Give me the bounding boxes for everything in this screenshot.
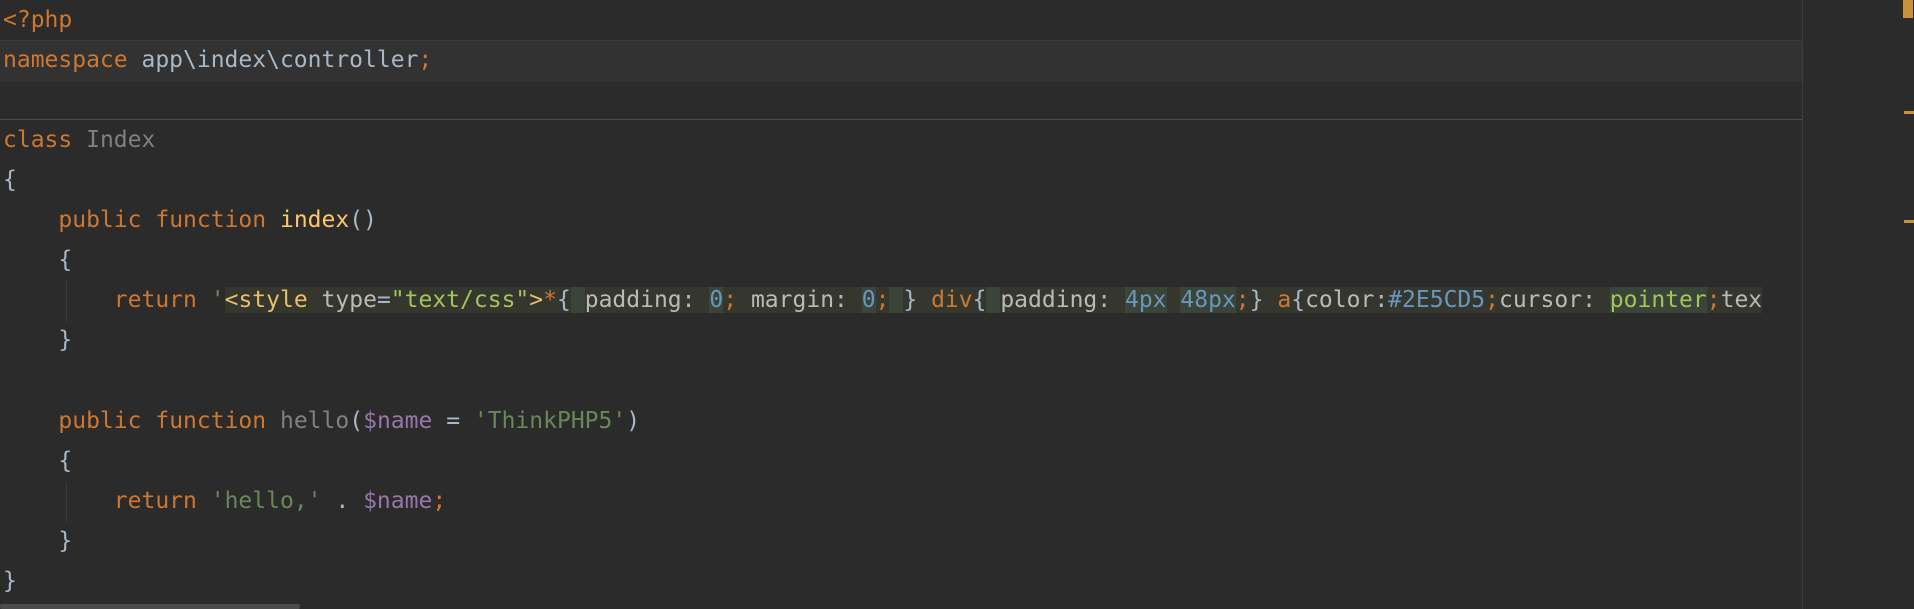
horizontal-scrollbar[interactable] — [0, 604, 300, 609]
warning-marker[interactable] — [1904, 220, 1914, 223]
code-line-8[interactable]: return '<style type="text/css">*{ paddin… — [0, 280, 1763, 320]
style-tag-open: <style — [224, 287, 308, 313]
function-name: index — [279, 207, 350, 233]
semicolon: ; — [432, 488, 447, 514]
code-area[interactable]: <?php namespace app\index\controller; cl… — [0, 0, 1802, 609]
concat-operator: . — [321, 488, 364, 514]
css-brace: { — [557, 287, 571, 313]
parens: () — [349, 207, 377, 233]
css-semicolon: ; — [1706, 287, 1721, 313]
css-selector-a: a — [1277, 287, 1292, 313]
css-value-pointer: pointer — [1609, 287, 1707, 313]
default-string: 'ThinkPHP5' — [473, 408, 627, 434]
css-prop-margin: margin — [750, 287, 835, 313]
attr-value: "text/css" — [390, 287, 530, 313]
css-prop-cursor: cursor — [1498, 287, 1583, 313]
code-line-4[interactable]: class Index — [0, 120, 155, 160]
css-colon: : — [681, 287, 696, 313]
paren-open: ( — [349, 408, 364, 434]
css-prop-truncated: tex — [1720, 287, 1763, 313]
css-value: 4px — [1124, 287, 1167, 313]
semicolon: ; — [418, 47, 433, 73]
php-open-tag: <?php — [3, 7, 73, 33]
css-brace-close: } — [903, 287, 918, 313]
brace: } — [58, 327, 73, 353]
error-stripe-panel[interactable] — [1802, 0, 1914, 609]
namespace-name: app\index\controller — [127, 47, 419, 73]
css-semicolon: ; — [1235, 287, 1250, 313]
css-prop-padding: padding — [584, 287, 682, 313]
css-semicolon: ; — [875, 287, 890, 313]
code-line-5[interactable]: { — [0, 160, 17, 200]
function-keyword: function — [155, 408, 267, 434]
css-colon: : — [1374, 287, 1389, 313]
css-value: 0 — [861, 287, 876, 313]
assign: = — [432, 408, 474, 434]
variable: $name — [363, 488, 433, 514]
class-keyword: class — [3, 127, 73, 153]
code-line-9[interactable]: } — [0, 320, 72, 360]
attr-name: type — [321, 287, 377, 313]
code-line-7[interactable]: { — [0, 240, 72, 280]
code-line-6[interactable]: public function index() — [0, 200, 377, 240]
string-literal: 'hello,' — [210, 488, 322, 514]
warning-marker[interactable] — [1903, 0, 1913, 18]
brace: { — [58, 448, 73, 474]
css-prop-padding: padding — [1000, 287, 1098, 313]
function-keyword: function — [155, 207, 267, 233]
return-keyword: return — [113, 287, 197, 313]
warning-marker[interactable] — [1904, 111, 1914, 114]
css-color-value: #2E5CD5 — [1388, 287, 1486, 313]
css-colon: : — [1097, 287, 1112, 313]
css-value: 48px — [1180, 287, 1236, 313]
css-brace: { — [972, 287, 987, 313]
injected-html: <style type="text/css">*{ padding: 0; ma… — [224, 287, 1763, 313]
css-brace: { — [1291, 287, 1306, 313]
param-variable: $name — [363, 408, 433, 434]
attr-eq: = — [376, 287, 391, 313]
code-line-11[interactable]: public function hello($name = 'ThinkPHP5… — [0, 401, 640, 441]
brace: } — [3, 568, 17, 594]
code-editor[interactable]: <?php namespace app\index\controller; cl… — [0, 0, 1914, 609]
css-selector-star: * — [543, 287, 557, 313]
namespace-keyword: namespace — [3, 47, 128, 73]
css-colon: : — [1582, 287, 1596, 313]
code-line-13[interactable]: return 'hello,' . $name; — [0, 481, 446, 521]
code-line-1[interactable]: <?php — [0, 0, 72, 40]
brace: { — [3, 167, 17, 193]
brace: { — [58, 247, 73, 273]
css-value: 0 — [709, 287, 724, 313]
brace: } — [58, 528, 73, 554]
css-semicolon: ; — [1485, 287, 1499, 313]
css-colon: : — [834, 287, 848, 313]
public-keyword: public — [58, 408, 142, 434]
return-keyword: return — [113, 488, 197, 514]
code-line-2[interactable]: namespace app\index\controller; — [0, 40, 432, 80]
function-name: hello — [279, 408, 350, 434]
paren-close: ) — [626, 408, 641, 434]
css-prop-color: color — [1305, 287, 1375, 313]
string-quote: ' — [210, 287, 225, 313]
code-line-12[interactable]: { — [0, 441, 72, 481]
tag-close: > — [529, 287, 544, 313]
css-brace-close: } — [1249, 287, 1264, 313]
code-line-15[interactable]: } — [0, 561, 17, 601]
public-keyword: public — [58, 207, 142, 233]
class-name: Index — [86, 127, 156, 153]
css-selector-div: div — [931, 287, 973, 313]
css-semicolon: ; — [723, 287, 738, 313]
code-line-14[interactable]: } — [0, 521, 72, 561]
